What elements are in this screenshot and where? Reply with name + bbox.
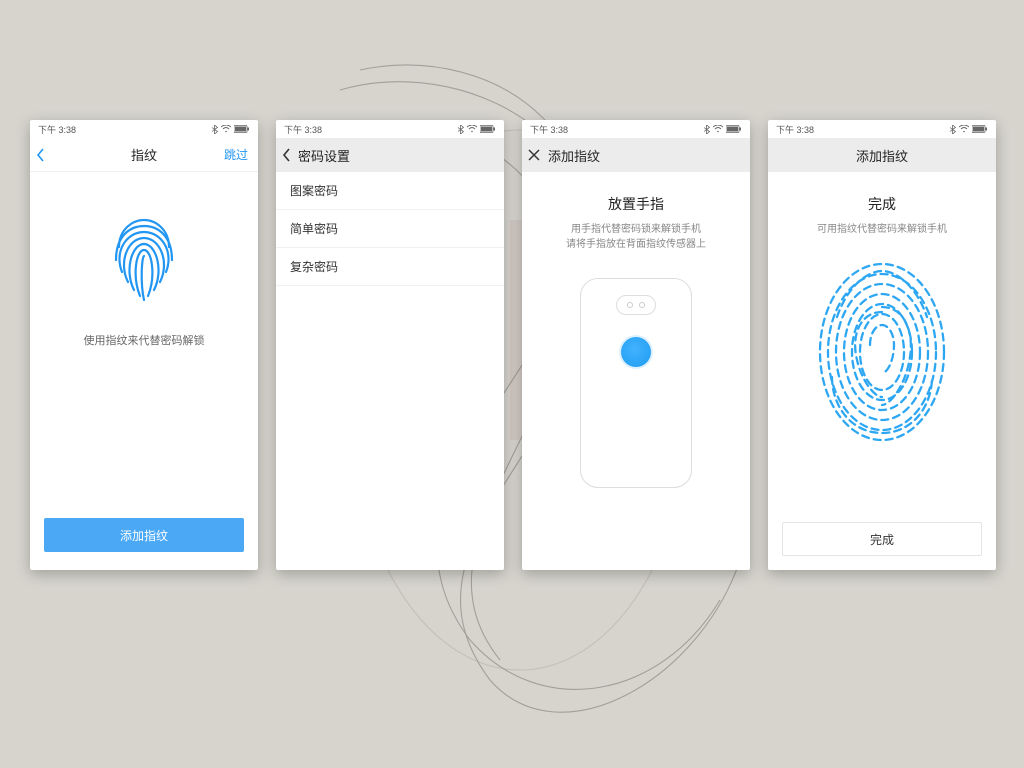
phone-row: 下午 3:38 指纹 跳过 [30, 120, 996, 570]
content-area: 放置手指 用手指代替密码锁来解锁手机 请将手指放在背面指纹传感器上 [522, 172, 750, 570]
nav-bar: 添加指纹 [522, 138, 750, 172]
page-title: 密码设置 [298, 146, 350, 165]
phone-screen-3: 下午 3:38 添加指纹 放置手指 用手指代替密码锁来解锁手机 请将手指放在背面… [522, 120, 750, 570]
chevron-left-icon [36, 148, 46, 162]
content-area: 图案密码 简单密码 复杂密码 [276, 172, 504, 570]
page-title: 添加指纹 [856, 146, 908, 165]
list-item-simple[interactable]: 简单密码 [276, 210, 504, 248]
bluetooth-icon [211, 125, 218, 134]
nav-bar: 添加指纹 [768, 138, 996, 172]
sub-text: 可用指纹代替密码来解锁手机 [768, 220, 996, 235]
back-button[interactable] [36, 148, 46, 162]
page-title: 指纹 [131, 145, 157, 164]
content-area: 完成 可用指纹代替密码来解锁手机 完成 [768, 172, 996, 570]
status-time: 下午 3:38 [38, 123, 76, 136]
add-fingerprint-button[interactable]: 添加指纹 [44, 518, 244, 552]
sub-text: 用手指代替密码锁来解锁手机 请将手指放在背面指纹传感器上 [522, 222, 750, 252]
heading: 完成 [768, 194, 996, 214]
list-item-complex[interactable]: 复杂密码 [276, 248, 504, 286]
chevron-left-icon [282, 148, 292, 162]
back-button[interactable]: 密码设置 [282, 146, 350, 165]
status-bar: 下午 3:38 [276, 120, 504, 138]
status-icons [211, 125, 250, 134]
status-time: 下午 3:38 [284, 123, 322, 136]
wifi-icon [221, 125, 231, 133]
status-bar: 下午 3:38 [522, 120, 750, 138]
battery-icon [972, 125, 988, 133]
close-icon [528, 149, 540, 161]
caption-text: 使用指纹来代替密码解锁 [30, 332, 258, 348]
content-area: 使用指纹来代替密码解锁 添加指纹 [30, 172, 258, 570]
list-item-pattern[interactable]: 图案密码 [276, 172, 504, 210]
skip-link[interactable]: 跳过 [224, 146, 248, 163]
wifi-icon [713, 125, 723, 133]
camera-module-icon [616, 295, 656, 315]
wifi-icon [959, 125, 969, 133]
phone-screen-1: 下午 3:38 指纹 跳过 [30, 120, 258, 570]
status-icons [949, 125, 988, 134]
status-bar: 下午 3:38 [768, 120, 996, 138]
status-icons [457, 125, 496, 134]
battery-icon [726, 125, 742, 133]
status-icons [703, 125, 742, 134]
sub-line-1: 用手指代替密码锁来解锁手机 [571, 224, 701, 235]
done-button[interactable]: 完成 [782, 522, 982, 556]
nav-bar: 密码设置 [276, 138, 504, 172]
phone-back-illustration [580, 278, 692, 488]
status-time: 下午 3:38 [530, 123, 568, 136]
camera-lens-icon [627, 302, 633, 308]
bluetooth-icon [457, 125, 464, 134]
camera-lens-icon [639, 302, 645, 308]
battery-icon [234, 125, 250, 133]
fingerprint-icon [104, 212, 184, 302]
status-bar: 下午 3:38 [30, 120, 258, 138]
wifi-icon [467, 125, 477, 133]
close-button[interactable]: 添加指纹 [528, 146, 600, 165]
status-time: 下午 3:38 [776, 123, 814, 136]
nav-bar: 指纹 跳过 [30, 138, 258, 172]
heading: 放置手指 [522, 194, 750, 214]
bluetooth-icon [703, 125, 710, 134]
sub-line-2: 请将手指放在背面指纹传感器上 [566, 239, 706, 250]
page-title: 添加指纹 [548, 146, 600, 165]
battery-icon [480, 125, 496, 133]
fingerprint-large-icon [812, 257, 952, 447]
bluetooth-icon [949, 125, 956, 134]
fingerprint-sensor-icon [621, 337, 651, 367]
phone-screen-2: 下午 3:38 密码设置 图案密码 简单密码 复杂密码 [276, 120, 504, 570]
phone-screen-4: 下午 3:38 添加指纹 完成 可用指纹代替密码来解锁手机 [768, 120, 996, 570]
